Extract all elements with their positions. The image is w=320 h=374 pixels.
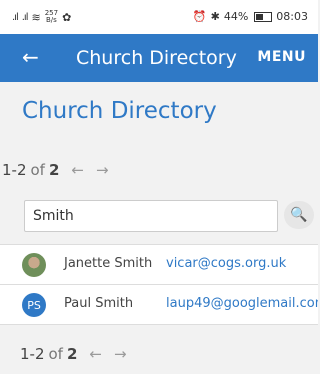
wifi-icon: ≋: [31, 10, 41, 24]
pager-range: 1-2: [2, 161, 27, 179]
pager-range: 1-2: [20, 345, 45, 363]
contact-name: Janette Smith: [64, 256, 153, 271]
battery-icon: [254, 11, 273, 22]
list-item[interactable]: Janette Smith vicar@cogs.org.uk: [0, 244, 318, 284]
pager-of: of: [48, 345, 63, 363]
bluetooth-icon: ✱: [210, 10, 220, 23]
list-item[interactable]: PS Paul Smith laup49@googlemail.com: [0, 284, 318, 325]
search-icon: 🔍: [290, 207, 308, 223]
app-notification-icon: ✿: [62, 10, 72, 24]
clock: 08:03: [276, 10, 308, 23]
avatar: PS: [22, 293, 46, 317]
next-page-icon[interactable]: →: [96, 161, 109, 179]
menu-button[interactable]: MENU: [257, 49, 306, 65]
pager-top: 1-2 of 2 ← →: [2, 161, 109, 179]
app-title: Church Directory: [76, 47, 237, 69]
signal-strength-icon-2: .ıl: [21, 11, 29, 23]
avatar: [22, 253, 46, 277]
search-input[interactable]: [31, 206, 273, 226]
pager-total: 2: [66, 345, 78, 363]
search-field: [24, 200, 278, 232]
alarm-icon: ⏰: [192, 10, 207, 23]
contact-name: Paul Smith: [64, 296, 134, 311]
battery-percent: 44%: [223, 10, 249, 23]
pager-bottom: 1-2 of 2 ← →: [20, 345, 127, 363]
pager-of: of: [30, 161, 45, 179]
app-bar: ← Church Directory MENU: [0, 34, 318, 82]
pager-total: 2: [48, 161, 60, 179]
prev-page-icon[interactable]: ←: [71, 161, 84, 179]
network-speed-unit: B/s: [46, 16, 57, 24]
contact-email-link[interactable]: laup49@googlemail.com: [166, 296, 318, 311]
network-speed: 257 B/s: [45, 10, 58, 24]
contact-email-link[interactable]: vicar@cogs.org.uk: [166, 256, 318, 271]
next-page-icon[interactable]: →: [114, 345, 127, 363]
results-list: Janette Smith vicar@cogs.org.uk PS Paul …: [0, 244, 318, 325]
status-bar: .ıl .ıl ≋ 257 B/s ✿ ⏰ ✱ 44% 08:03: [0, 0, 318, 34]
search-button[interactable]: 🔍: [284, 201, 314, 229]
signal-strength-icon: .ıl: [12, 11, 19, 23]
arrow-left-icon[interactable]: ←: [22, 45, 39, 69]
page-title: Church Directory: [22, 98, 217, 124]
prev-page-icon[interactable]: ←: [89, 345, 102, 363]
